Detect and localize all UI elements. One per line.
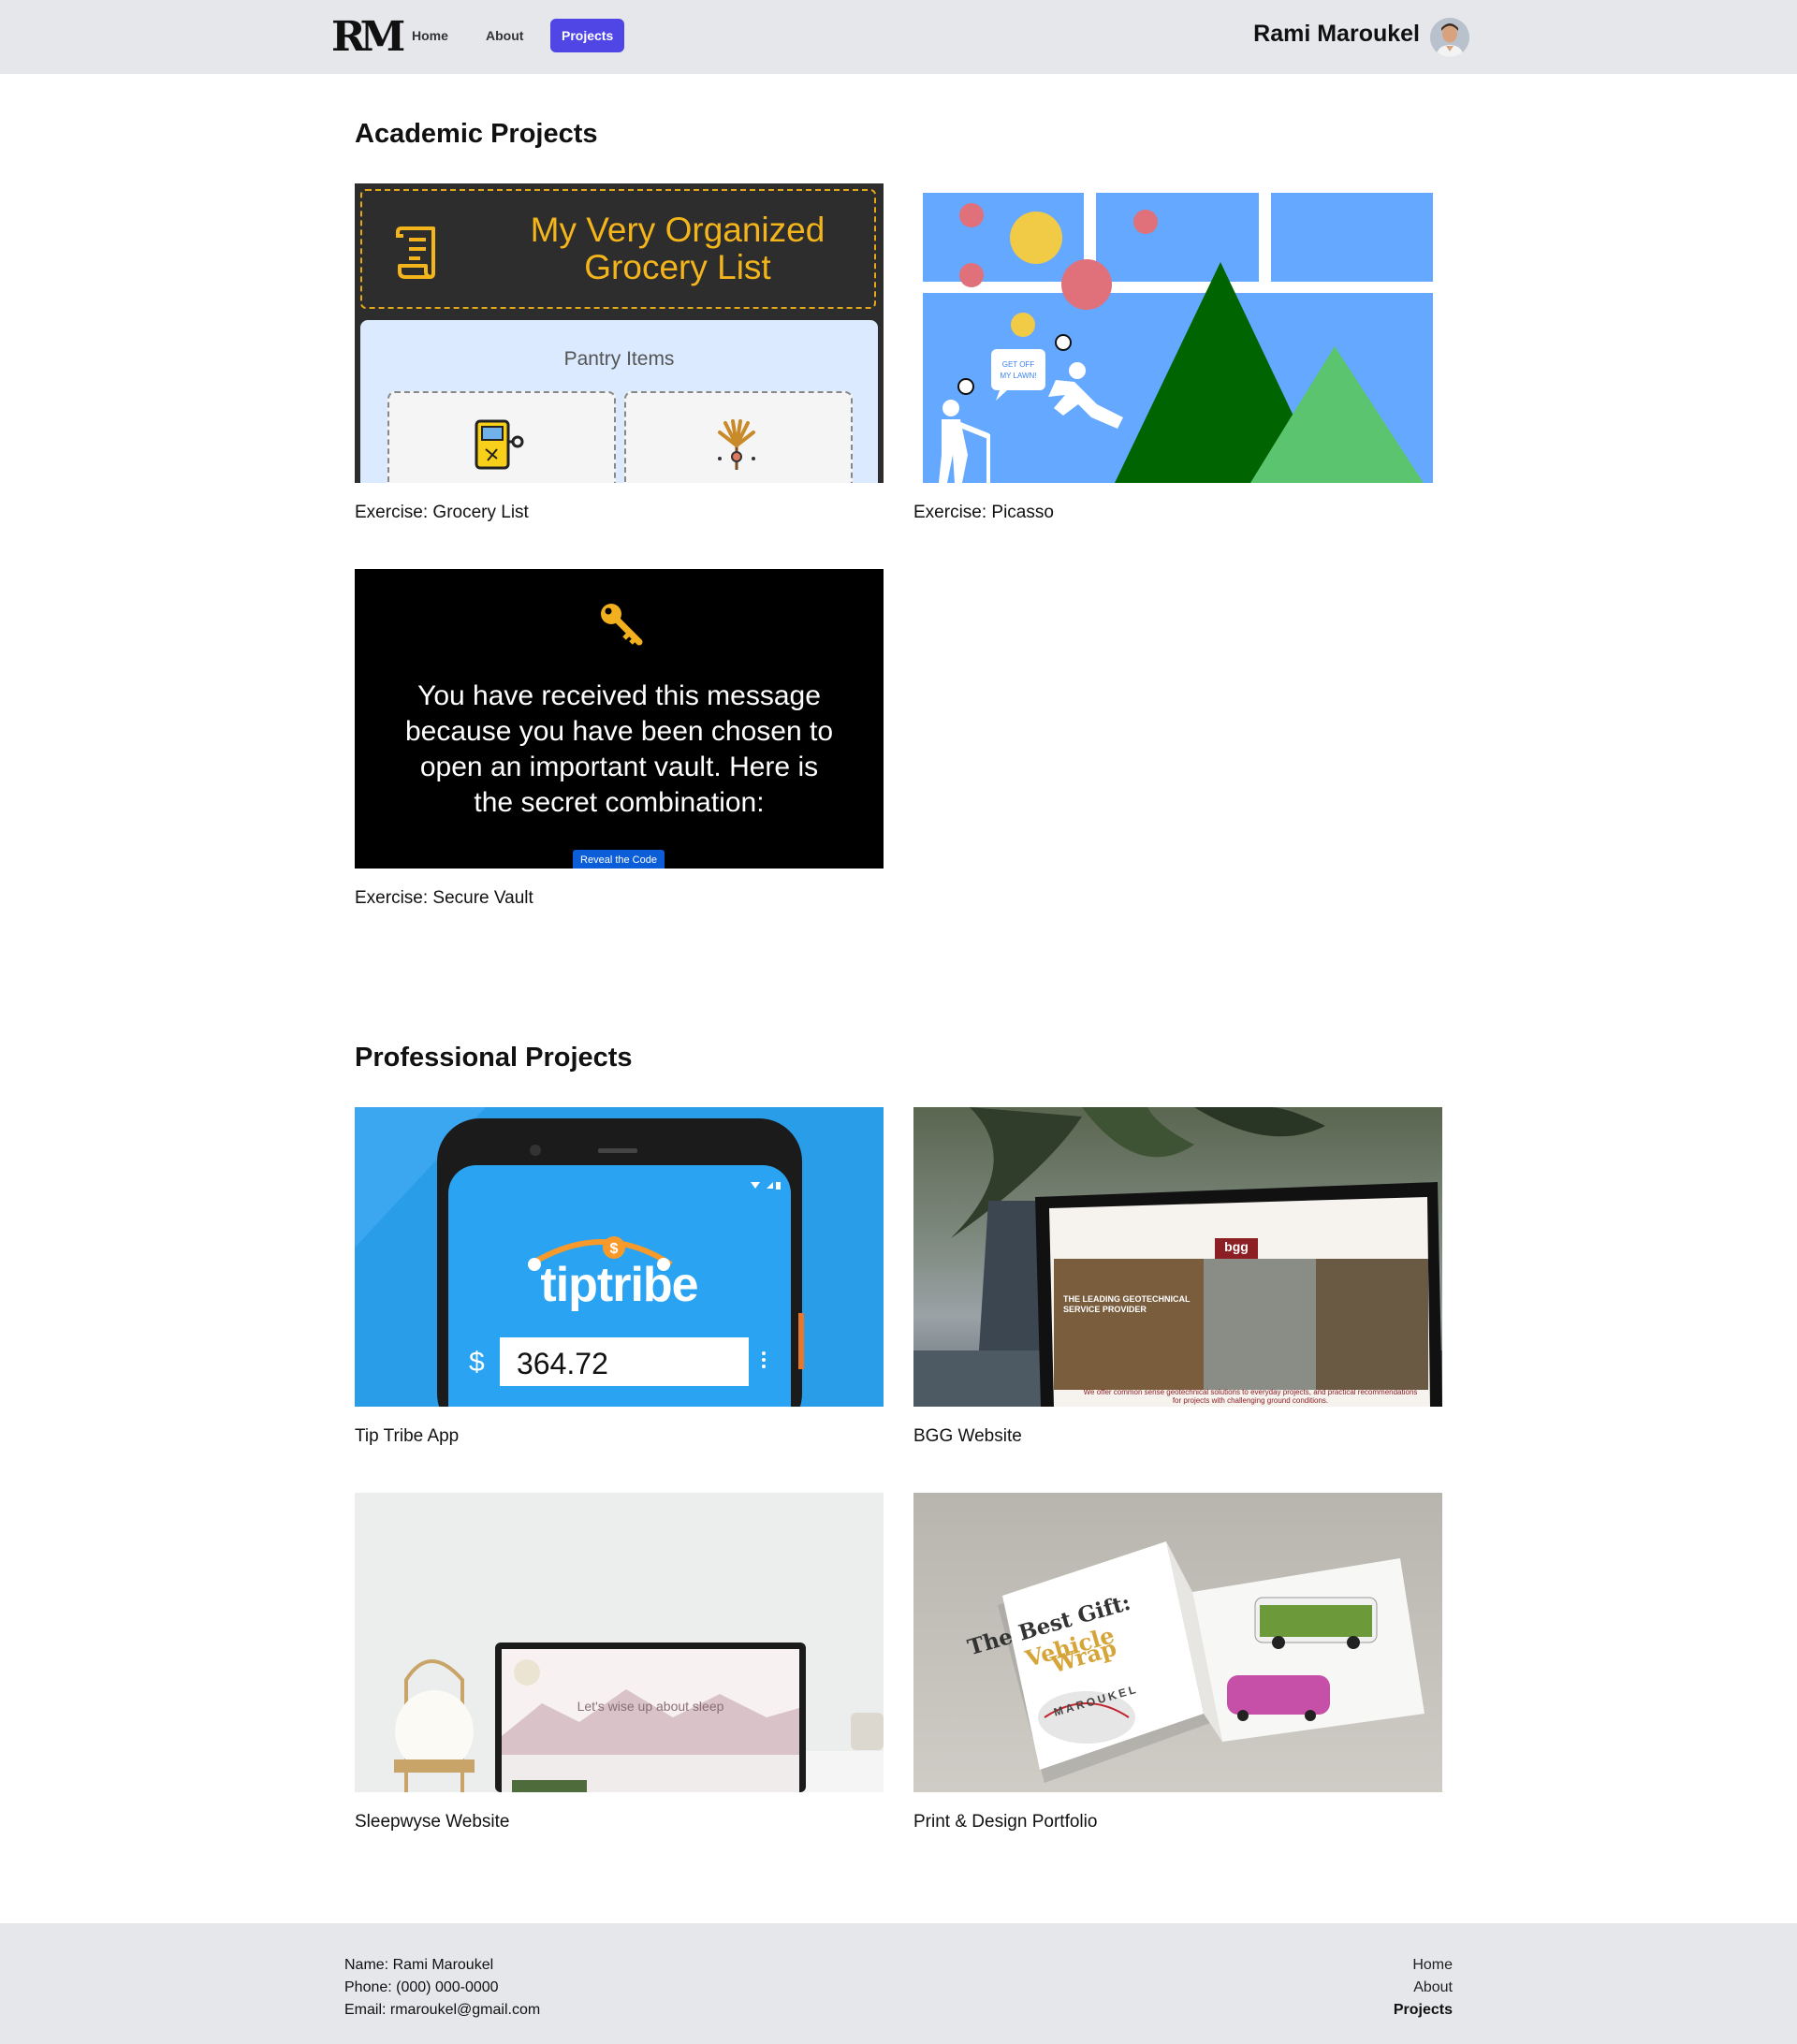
currency-symbol: $: [469, 1347, 485, 1378]
project-card-grocery-list[interactable]: My Very Organized Grocery List Pantry It…: [355, 183, 884, 522]
contact-name: Name: Rami Maroukel: [344, 1957, 494, 1973]
sleepwyse-thumbnail[interactable]: Let's wise up about sleep: [355, 1493, 884, 1792]
project-caption[interactable]: BGG Website: [913, 1426, 1022, 1447]
project-caption[interactable]: Exercise: Secure Vault: [355, 888, 533, 909]
picasso-bubble-line1: GET OFF: [1002, 360, 1035, 369]
professional-section-title: Professional Projects: [355, 1043, 633, 1073]
footer-home-link[interactable]: Home: [1394, 1954, 1453, 1977]
bgg-thumbnail[interactable]: bgg THE LEADING GEOTECHNICAL SERVICE PRO…: [913, 1107, 1442, 1407]
top-navbar: RM Home About Projects Rami Maroukel: [0, 0, 1797, 74]
academic-section-title: Academic Projects: [355, 119, 598, 149]
print-design-thumbnail[interactable]: The Best Gift: Vehicle Wrap MAROUKEL: [913, 1493, 1442, 1792]
canned-food-icon: [475, 419, 524, 470]
footer-nav: Home About Projects: [1394, 1954, 1453, 2022]
site-footer: Name: Rami Maroukel Phone: (000) 000-000…: [0, 1923, 1797, 2044]
sleepwyse-headline: Let's wise up about sleep: [577, 1699, 724, 1714]
contact-email[interactable]: Email: rmaroukel@gmail.com: [344, 1999, 540, 2022]
project-caption[interactable]: Exercise: Picasso: [913, 503, 1054, 523]
bgg-tagline: We offer common sense geotechnical solut…: [1083, 1388, 1418, 1405]
grocery-list-thumbnail[interactable]: My Very Organized Grocery List Pantry It…: [355, 183, 884, 483]
contact-info: Name: Rami Maroukel Phone: (000) 000-000…: [344, 1954, 540, 2022]
avatar[interactable]: [1430, 18, 1469, 57]
project-card-bgg[interactable]: bgg THE LEADING GEOTECHNICAL SERVICE PRO…: [913, 1107, 1442, 1446]
project-caption[interactable]: Exercise: Grocery List: [355, 503, 529, 523]
project-card-picasso[interactable]: GET OFF MY LAWN! Exercise: Picasso: [913, 183, 1442, 522]
wheat-icon: [718, 419, 755, 470]
project-caption[interactable]: Sleepwyse Website: [355, 1812, 509, 1832]
coin-icon: $: [610, 1241, 619, 1257]
user-name: Rami Maroukel: [1253, 21, 1420, 47]
project-card-sleepwyse[interactable]: Let's wise up about sleep Sleepwyse Webs…: [355, 1493, 884, 1832]
nav-projects-link[interactable]: Projects: [550, 19, 625, 52]
tip-amount: 364.72: [517, 1347, 608, 1380]
laptop-lamp-scene: [394, 1642, 884, 1792]
footer-projects-link[interactable]: Projects: [1394, 1999, 1453, 2022]
project-card-print-design[interactable]: The Best Gift: Vehicle Wrap MAROUKEL Pri…: [913, 1493, 1442, 1832]
project-card-tip-tribe[interactable]: $ tiptribe $ 364.72 Tip Tribe App: [355, 1107, 884, 1446]
contact-phone: Phone: (000) 000-0000: [344, 1979, 499, 1995]
secure-vault-thumbnail[interactable]: You have received this message because y…: [355, 569, 884, 869]
bgg-headline: THE LEADING GEOTECHNICAL SERVICE PROVIDE…: [1063, 1294, 1191, 1314]
user-avatar-icon: [1430, 18, 1469, 57]
key-icon: [601, 604, 643, 646]
vault-message: You have received this message because y…: [404, 680, 834, 818]
picasso-illustration: GET OFF MY LAWN!: [923, 193, 1433, 483]
grocery-list-heading: My Very Organized Grocery List: [530, 211, 825, 286]
grocery-pantry-subheading: Pantry Items: [563, 348, 675, 370]
nav-about-link[interactable]: About: [475, 19, 534, 52]
picasso-thumbnail[interactable]: GET OFF MY LAWN!: [913, 183, 1442, 483]
project-caption[interactable]: Tip Tribe App: [355, 1426, 459, 1447]
project-caption[interactable]: Print & Design Portfolio: [913, 1812, 1097, 1832]
picasso-bubble-line2: MY LAWN!: [1000, 372, 1036, 380]
footer-about-link[interactable]: About: [1394, 1977, 1453, 1999]
tip-tribe-thumbnail[interactable]: $ tiptribe $ 364.72: [355, 1107, 884, 1407]
site-logo[interactable]: RM: [331, 15, 405, 60]
project-card-secure-vault[interactable]: You have received this message because y…: [355, 569, 884, 908]
tiptribe-brand: tiptribe: [540, 1258, 698, 1312]
receipt-icon: [396, 226, 435, 279]
reveal-code-button[interactable]: Reveal the Code: [573, 850, 665, 869]
laptop-plant-scene: [913, 1107, 1442, 1407]
nav-home-link[interactable]: Home: [401, 19, 460, 52]
bgg-logo: bgg: [1224, 1239, 1249, 1254]
